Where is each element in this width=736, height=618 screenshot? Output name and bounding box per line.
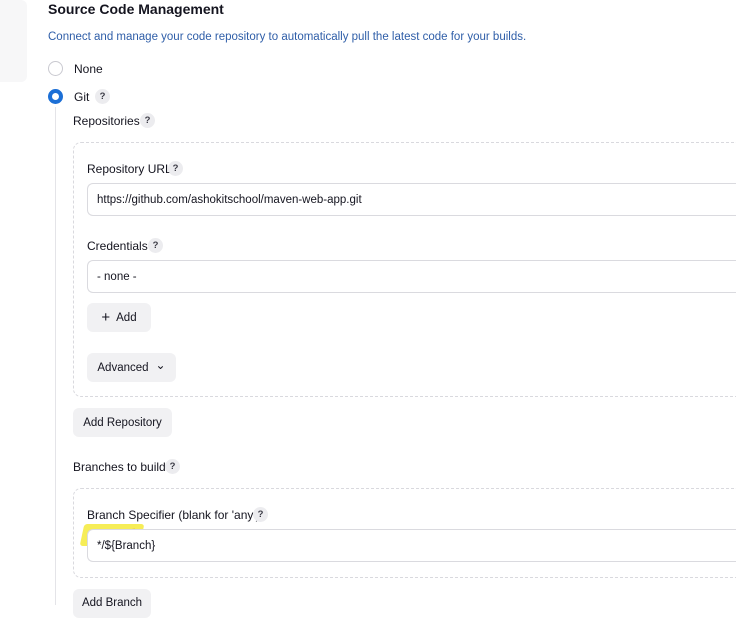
branch-specifier-help-icon[interactable]: ? [253,507,268,522]
add-credentials-label: Add [116,311,137,324]
branches-label: Branches to build [73,460,166,474]
branches-help-icon[interactable]: ? [165,459,180,474]
git-options-indent-line [55,107,56,605]
radio-git-label[interactable]: Git [74,90,89,104]
sidebar-edge [0,0,27,82]
radio-git[interactable] [48,89,63,104]
repository-url-value: https://github.com/ashokitschool/maven-w… [97,193,362,206]
advanced-button[interactable]: Advanced ⌄ [87,353,176,382]
repository-url-input[interactable]: https://github.com/ashokitschool/maven-w… [87,183,736,216]
add-repository-label: Add Repository [83,416,162,429]
add-branch-label: Add Branch [81,597,143,609]
chevron-down-icon: ⌄ [155,357,166,372]
section-description: Connect and manage your code repository … [48,31,527,43]
repositories-help-icon[interactable]: ? [140,113,155,128]
branch-specifier-input[interactable]: */${Branch} [87,529,736,562]
radio-none[interactable] [48,61,63,76]
credentials-label: Credentials [87,239,148,253]
credentials-value: - none - [97,270,137,283]
branch-specifier-label: Branch Specifier (blank for 'any') [87,508,260,522]
repositories-label: Repositories [73,114,140,128]
add-branch-button[interactable]: Add Branch [73,589,151,618]
credentials-help-icon[interactable]: ? [148,238,163,253]
repository-url-help-icon[interactable]: ? [168,161,183,176]
add-credentials-button[interactable]: + Add [87,303,151,332]
credentials-select[interactable]: - none - [87,260,736,293]
git-help-icon[interactable]: ? [95,89,110,104]
plus-icon: + [101,309,111,326]
branch-specifier-value: */${Branch} [97,539,156,552]
repository-url-label: Repository URL [87,162,172,176]
add-repository-button[interactable]: Add Repository [73,408,172,437]
advanced-label: Advanced [97,361,149,374]
section-title: Source Code Management [48,1,224,17]
radio-none-label[interactable]: None [74,62,103,76]
